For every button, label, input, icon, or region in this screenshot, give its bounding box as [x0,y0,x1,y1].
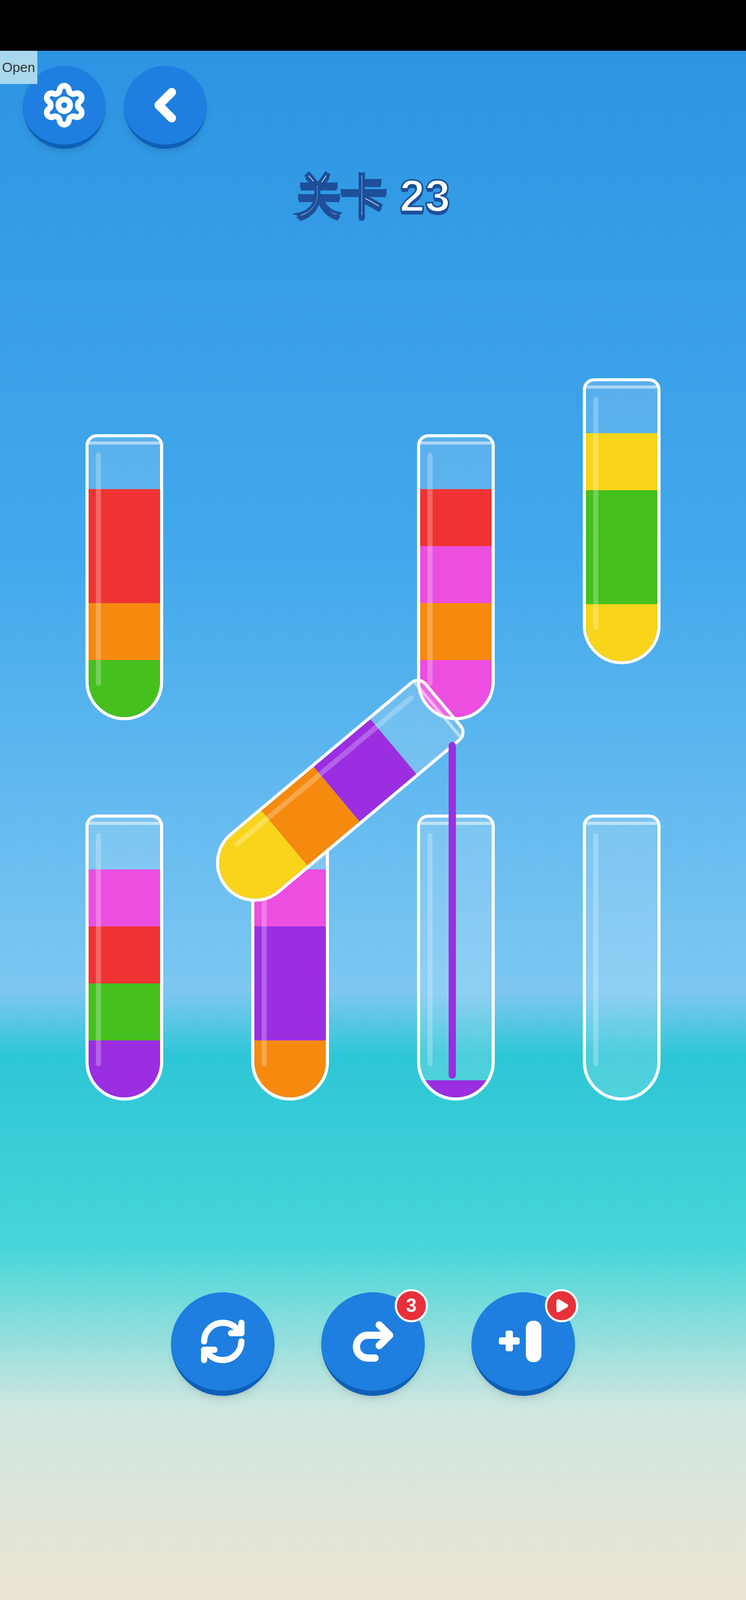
back-button[interactable] [123,65,207,149]
undo-button[interactable]: 3 [321,1292,425,1396]
tube[interactable] [85,434,164,721]
tube-shine [593,833,599,1067]
gear-icon [40,81,88,129]
tube[interactable] [417,434,495,721]
tube-lip [420,821,492,825]
video-badge [544,1288,579,1323]
tube-lip [88,441,161,445]
add-tube-button[interactable] [471,1292,576,1396]
back-icon [139,79,192,132]
tube-lip [88,821,161,825]
tube-shine [427,452,433,686]
tube[interactable] [582,378,661,665]
header [0,50,746,149]
level-title: 关卡 23 [0,169,746,222]
undo-icon [348,1316,398,1367]
restart-button[interactable] [170,1292,275,1396]
tube-row [0,814,746,1101]
pour-stream [448,741,456,1079]
empty-slot [251,434,329,721]
tube-shine [427,833,433,1067]
tube-shine [593,396,599,630]
status-tag: Open [0,50,38,84]
status-bar [0,0,746,51]
tube-shine [95,833,102,1067]
tube-row [0,434,746,721]
tube[interactable] [85,814,164,1101]
tube-shine [95,452,102,686]
tube-lip [585,385,658,389]
tube[interactable] [582,814,661,1101]
add-tube-icon [494,1315,552,1368]
count-badge: 3 [394,1288,428,1323]
play-icon [553,1297,570,1314]
tube-lip [585,821,658,825]
game-screen: Open 关卡 23 3 [0,0,746,1600]
controls: 3 [0,1292,746,1396]
liquid-layer [420,1080,492,1098]
tube-lip [420,441,492,445]
tube[interactable] [417,814,495,1101]
restart-icon [197,1316,248,1367]
